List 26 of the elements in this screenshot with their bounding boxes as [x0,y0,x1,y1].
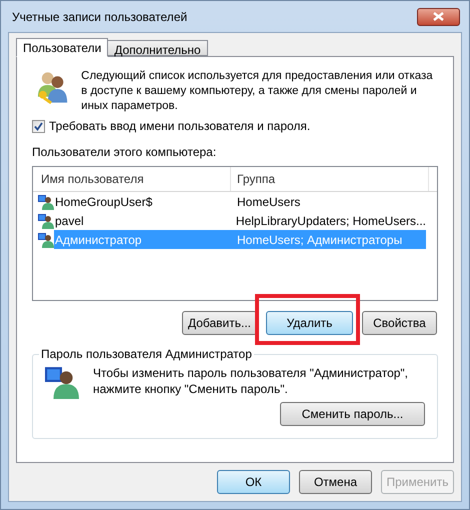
close-button[interactable] [417,8,460,26]
window-title: Учетные записи пользователей [12,8,188,26]
list-button[interactable]: Добавить... [182,311,257,335]
checkmark-icon [34,122,43,130]
checkbox-label: Требовать ввод имени пользователя и пароля. [49,118,310,135]
dialog-button[interactable]: Отмена [299,470,372,494]
change-password-button[interactable]: Сменить пароль... [280,402,425,426]
users-label: Пользователи этого компьютера: [32,144,218,161]
user-icon [38,232,54,248]
intro-text: Следующий список используется для предоставления или отказа в доступе к вашему компьютеру, а также для смены паролей и иных параметров. [81,69,434,114]
user-icon [38,194,54,210]
user-row[interactable]: HomeGroupUser$ HomeUsers [54,192,426,211]
dialog-button[interactable]: ОК [217,470,290,494]
user-icon [38,212,54,228]
list-button[interactable]: Удалить [266,311,353,335]
column-header[interactable]: Имя пользователя [33,167,231,191]
tab[interactable]: Дополнительно [108,40,208,56]
list-button[interactable]: Свойства [362,311,437,335]
group-title: Пароль пользователя Администратор [40,346,253,363]
close-icon [433,12,444,21]
checkbox[interactable] [32,120,45,132]
password-hint: Чтобы изменить пароль пользователя "Администратор", нажмите кнопку "Сменить пароль". [93,365,410,397]
column-header[interactable]: Группа [231,167,429,191]
user-row[interactable]: pavel HelpLibraryUpdaters; HomeUsers... [54,211,426,230]
user-computer-icon [45,365,79,399]
tab[interactable]: Пользователи [16,38,108,57]
